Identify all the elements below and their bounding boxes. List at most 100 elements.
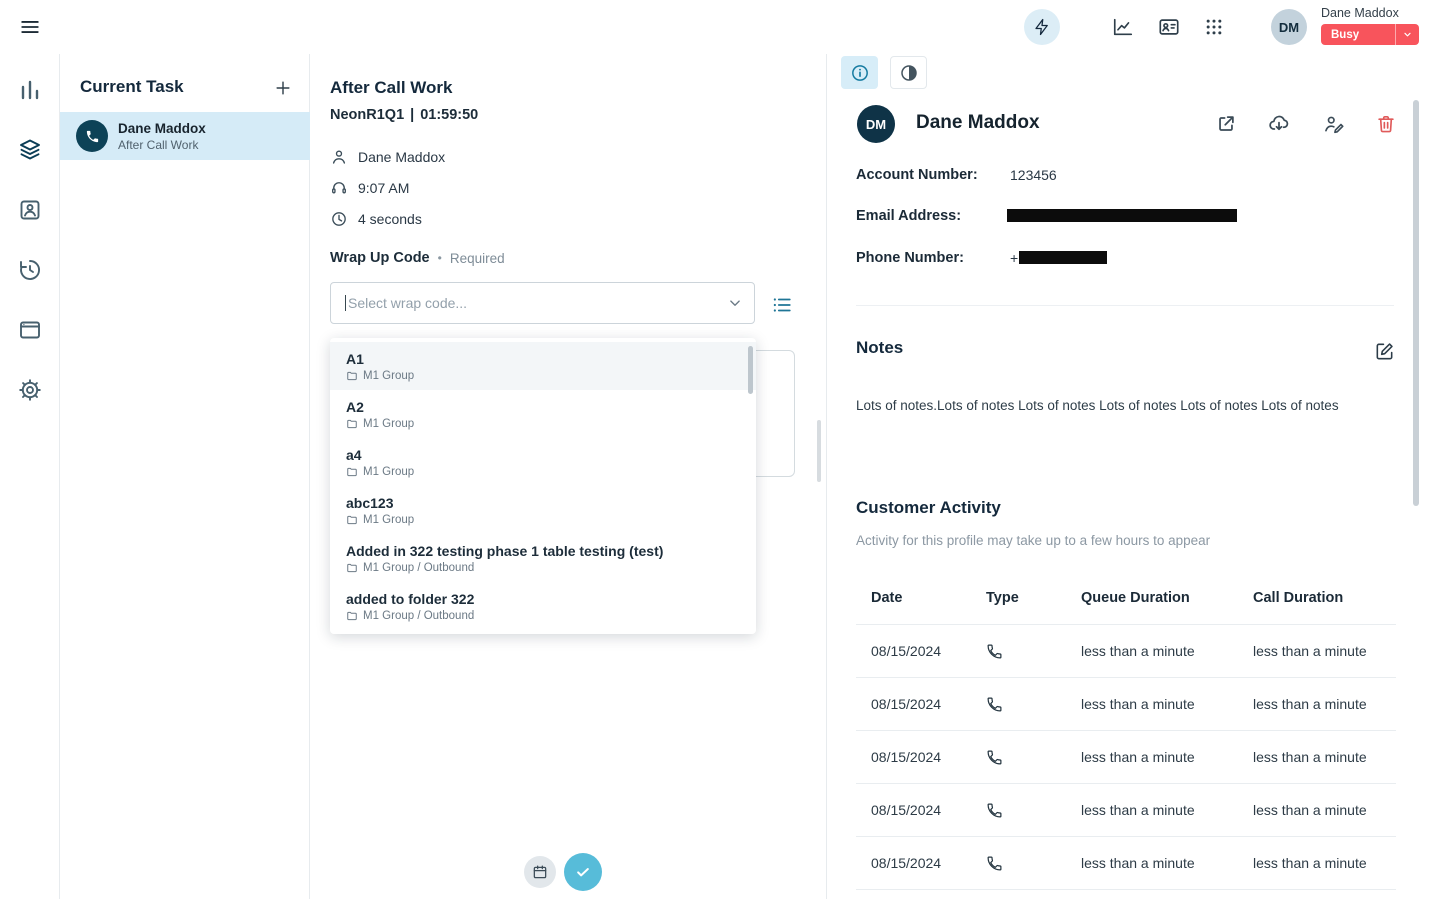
tab-compare[interactable] — [890, 56, 927, 89]
browser-icon — [18, 318, 42, 342]
text-caret — [345, 295, 346, 311]
contacts-button[interactable] — [1155, 13, 1183, 41]
task-status: After Call Work — [118, 138, 206, 152]
calendar-icon — [532, 864, 548, 880]
wrap-code-option[interactable]: a4 M1 Group — [330, 438, 756, 486]
option-group-label: M1 Group — [363, 418, 414, 430]
layers-icon — [18, 138, 42, 162]
option-label: A1 — [346, 351, 740, 367]
hamburger-menu-icon — [19, 16, 41, 38]
option-group-label: M1 Group / Outbound — [363, 562, 474, 574]
option-group-label: M1 Group — [363, 466, 414, 478]
notes-text: Lots of notes.Lots of notes Lots of note… — [856, 396, 1386, 416]
customer-activity-title: Customer Activity — [856, 498, 1001, 518]
table-row[interactable]: 08/15/2024 less than a minute less than … — [856, 731, 1396, 784]
header-call-duration: Call Duration — [1253, 590, 1396, 606]
table-row[interactable]: 08/15/2024 less than a minute less than … — [856, 678, 1396, 731]
analytics-button[interactable] — [1109, 13, 1137, 41]
panel-scrollbar[interactable] — [817, 420, 821, 482]
row-queue-duration: less than a minute — [1081, 802, 1253, 818]
quick-actions-button[interactable] — [1024, 9, 1060, 45]
row-date: 08/15/2024 — [856, 643, 986, 659]
wrap-code-list-button[interactable] — [768, 291, 796, 319]
queue-list-icon — [771, 294, 793, 316]
dialpad-icon — [1204, 17, 1224, 37]
phone-icon — [986, 749, 1003, 766]
tab-customer-info[interactable] — [841, 56, 878, 89]
edit-notes-button[interactable] — [1373, 340, 1395, 362]
row-date: 08/15/2024 — [856, 802, 986, 818]
row-type — [986, 802, 1081, 819]
row-queue-duration: less than a minute — [1081, 855, 1253, 871]
hamburger-menu-button[interactable] — [16, 13, 44, 41]
delete-contact-button[interactable] — [1374, 112, 1398, 136]
skill-name: NeonR1Q1 — [330, 107, 404, 123]
account-number-label: Account Number: — [856, 167, 978, 183]
phone-icon — [986, 696, 1003, 713]
start-time: 9:07 AM — [358, 180, 409, 196]
clock-icon — [330, 210, 348, 228]
rail-item-directory[interactable] — [10, 190, 50, 230]
status-label: Busy — [1321, 29, 1395, 41]
header-queue-duration: Queue Duration — [1081, 590, 1253, 606]
option-label: added to folder 322 — [346, 591, 740, 607]
bar-chart-icon — [18, 78, 42, 102]
user-avatar[interactable]: DM — [1271, 9, 1307, 45]
headset-icon — [330, 179, 348, 197]
download-profile-button[interactable] — [1267, 112, 1291, 136]
rail-item-settings[interactable] — [10, 370, 50, 410]
option-group-label: M1 Group — [363, 514, 414, 526]
notes-title: Notes — [856, 338, 903, 358]
nav-rail — [0, 54, 60, 899]
rail-item-tasks[interactable] — [10, 130, 50, 170]
wrap-code-option[interactable]: Added in 322 testing phase 1 table testi… — [330, 534, 756, 582]
add-task-button[interactable] — [270, 75, 296, 101]
folder-icon — [346, 562, 358, 574]
user-name: Dane Maddox — [1321, 6, 1399, 20]
dropdown-scrollbar[interactable] — [748, 346, 753, 394]
agent-status-dropdown[interactable]: Busy — [1321, 24, 1419, 45]
section-divider — [856, 305, 1394, 306]
rail-item-browser[interactable] — [10, 310, 50, 350]
option-label: Added in 322 testing phase 1 table testi… — [346, 543, 740, 559]
topbar: DM Dane Maddox Busy — [0, 0, 1439, 54]
task-avatar — [76, 120, 108, 152]
rail-item-dashboard[interactable] — [10, 70, 50, 110]
after-call-work-panel: After Call Work NeonR1Q1|01:59:50 Dane M… — [310, 54, 827, 899]
open-profile-button[interactable] — [1214, 112, 1238, 136]
task-list-item[interactable]: Dane Maddox After Call Work — [60, 112, 310, 160]
wrap-code-option[interactable]: added to folder 322 M1 Group / Outbound — [330, 582, 756, 630]
row-date: 08/15/2024 — [856, 855, 986, 871]
table-row[interactable]: 08/15/2024 less than a minute less than … — [856, 837, 1396, 890]
user-initials: DM — [1279, 20, 1299, 35]
schedule-commitment-button[interactable] — [524, 856, 556, 888]
wrap-code-select[interactable]: Select wrap code... — [330, 282, 755, 324]
customer-profile-panel: DM Dane Maddox Account Number: 123456 Em… — [827, 54, 1439, 899]
table-row[interactable]: 08/15/2024 less than a minute less than … — [856, 625, 1396, 678]
agent-icon — [18, 198, 42, 222]
phone-icon — [986, 643, 1003, 660]
header-type: Type — [986, 590, 1081, 606]
wrap-code-option[interactable]: A2 M1 Group — [330, 390, 756, 438]
wrap-code-option[interactable]: abc123 M1 Group — [330, 486, 756, 534]
task-contact-name: Dane Maddox — [118, 121, 206, 136]
session-info: NeonR1Q1|01:59:50 — [330, 107, 478, 123]
complete-acw-button[interactable] — [564, 853, 602, 891]
table-row[interactable]: 08/15/2024 less than a minute less than … — [856, 784, 1396, 837]
customer-initials: DM — [866, 117, 886, 132]
row-type — [986, 855, 1081, 872]
start-time-row: 9:07 AM — [330, 177, 409, 199]
profile-scrollbar[interactable] — [1413, 100, 1419, 506]
edit-contact-button[interactable] — [1322, 112, 1346, 136]
rail-item-history[interactable] — [10, 250, 50, 290]
option-group: M1 Group / Outbound — [346, 562, 740, 574]
row-call-duration: less than a minute — [1253, 802, 1396, 818]
edit-contact-icon — [1323, 113, 1345, 135]
folder-icon — [346, 418, 358, 430]
phone-label: Phone Number: — [856, 250, 964, 266]
wrap-code-option[interactable]: A1 M1 Group — [330, 342, 756, 390]
select-chevron[interactable] — [726, 294, 744, 312]
dialpad-button[interactable] — [1200, 13, 1228, 41]
info-icon — [850, 63, 870, 83]
option-label: abc123 — [346, 495, 740, 511]
